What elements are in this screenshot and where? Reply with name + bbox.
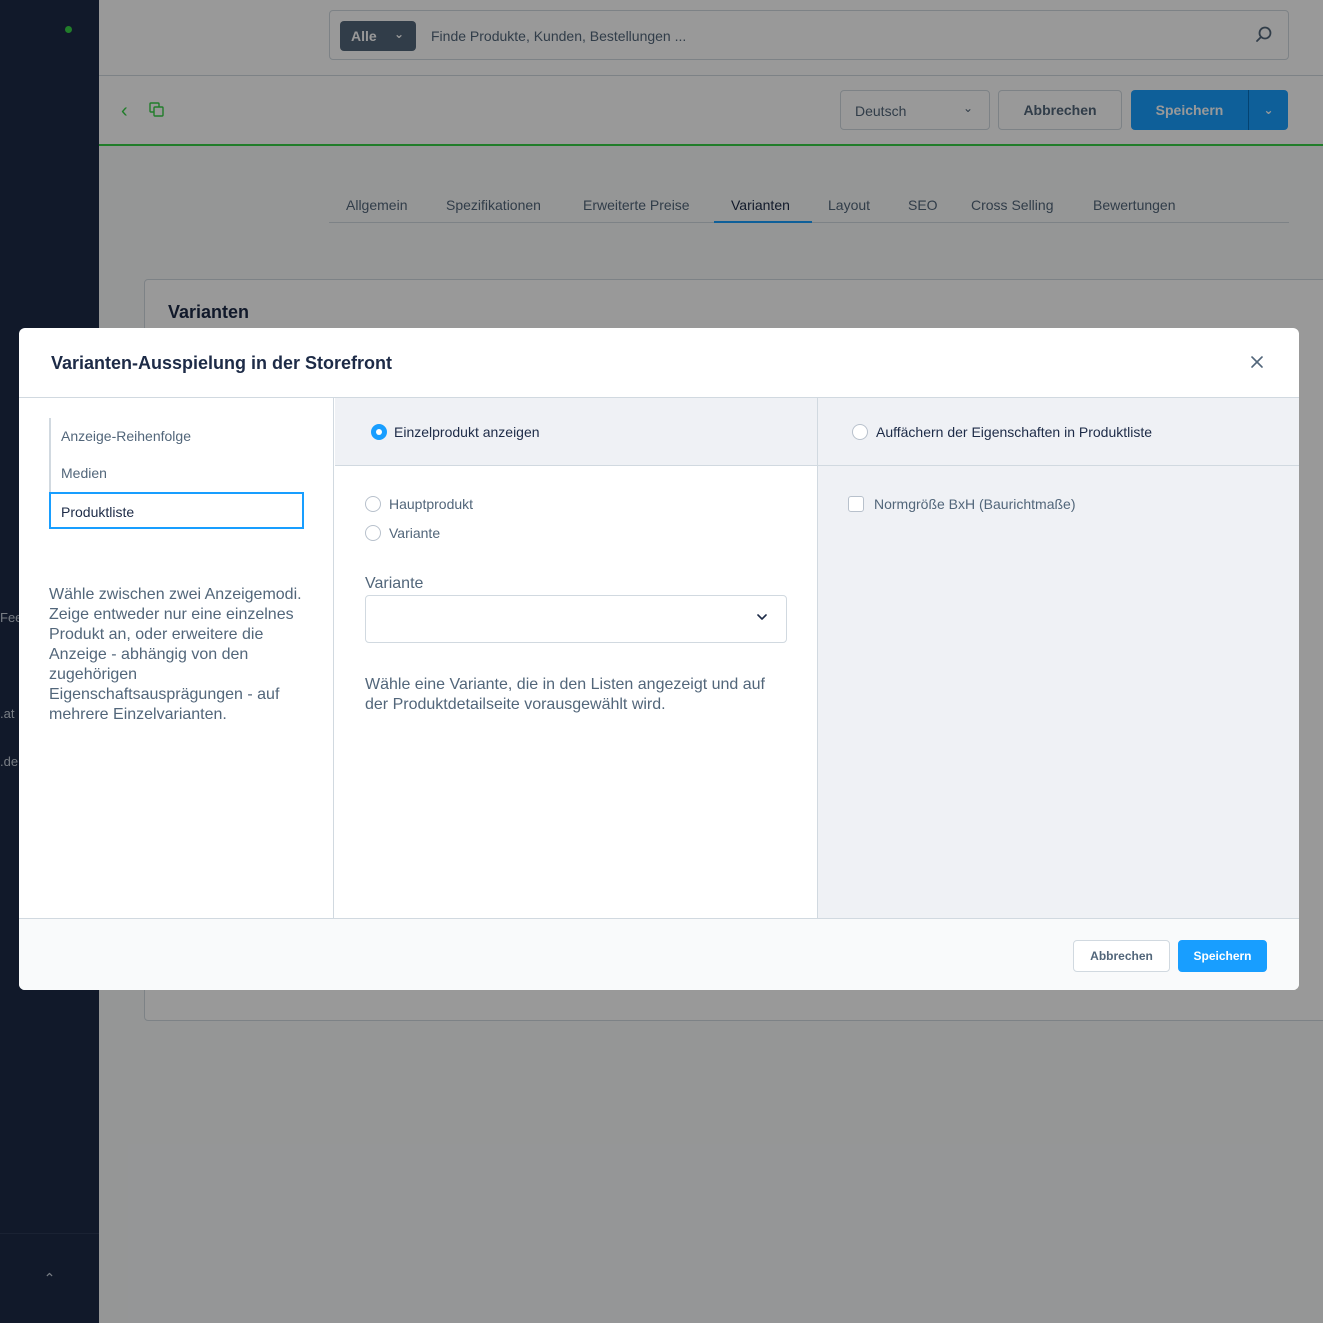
close-icon[interactable] — [1249, 354, 1265, 370]
modal-header: Varianten-Ausspielung in der Storefront — [19, 328, 1299, 398]
modal-save-button[interactable]: Speichern — [1178, 940, 1267, 972]
variant-help-text: Wähle eine Variante, die in den Listen a… — [365, 676, 765, 713]
nav-item-medien[interactable]: Medien — [51, 455, 304, 492]
mode-expand-radio[interactable] — [852, 424, 868, 440]
modal-nav-list: Anzeige-Reihenfolge Medien Produktliste — [49, 418, 304, 529]
variant-select[interactable] — [365, 595, 787, 643]
variante-radio[interactable] — [365, 525, 381, 541]
modal-body: Anzeige-Reihenfolge Medien Produktliste … — [19, 398, 1299, 918]
property-checkbox-label[interactable]: Normgröße BxH (Baurichtmaße) — [874, 496, 1076, 512]
mode-expand-label[interactable]: Auffächern der Eigenschaften in Produktl… — [876, 424, 1152, 440]
nav-item-anzeige-reihenfolge[interactable]: Anzeige-Reihenfolge — [51, 418, 304, 455]
variant-field-label: Variante — [365, 575, 424, 592]
mode-expand-header: Auffächern der Eigenschaften in Produktl… — [818, 398, 1299, 466]
mode-description: Wähle zwischen zwei Anzeigemodi. Zeige e… — [49, 586, 302, 723]
single-product-column: Einzelprodukt anzeigen Hauptprodukt Vari… — [335, 398, 818, 918]
modal-nav: Anzeige-Reihenfolge Medien Produktliste … — [19, 398, 334, 918]
chevron-down-icon — [757, 614, 767, 620]
modal-title: Varianten-Ausspielung in der Storefront — [51, 353, 393, 373]
modal-cancel-button[interactable]: Abbrechen — [1073, 940, 1170, 972]
nav-item-produktliste[interactable]: Produktliste — [49, 492, 304, 529]
variante-label[interactable]: Variante — [389, 525, 440, 541]
property-checkbox[interactable] — [848, 496, 864, 512]
mode-single-label[interactable]: Einzelprodukt anzeigen — [394, 424, 540, 440]
mode-single-header: Einzelprodukt anzeigen — [335, 398, 817, 466]
hauptprodukt-radio[interactable] — [365, 496, 381, 512]
expand-properties-column: Auffächern der Eigenschaften in Produktl… — [818, 398, 1299, 918]
hauptprodukt-label[interactable]: Hauptprodukt — [389, 496, 473, 512]
modal-footer: Abbrechen Speichern — [19, 918, 1299, 990]
variant-display-modal: Varianten-Ausspielung in der Storefront … — [19, 328, 1299, 990]
mode-single-radio[interactable] — [371, 424, 387, 440]
